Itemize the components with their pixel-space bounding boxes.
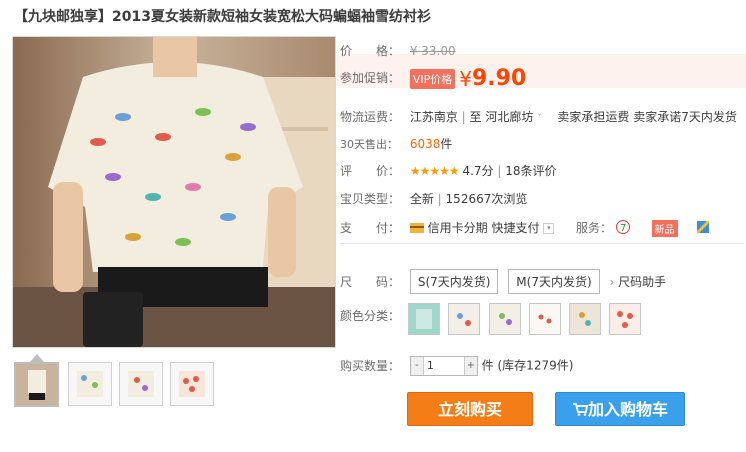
shipping-row: 物流运费： 江苏南京 | 至 河北廊坊 ˇ 卖家承担运费 卖家承诺7天内发货 bbox=[340, 108, 737, 125]
ship-to-dropdown[interactable]: 河北廊坊 bbox=[485, 110, 533, 124]
price-row: 价 格： ¥ 33.00 bbox=[340, 42, 456, 59]
shipping-fee-text: 卖家承担运费 bbox=[557, 110, 630, 124]
seven-day-return-icon[interactable]: 7 bbox=[615, 220, 630, 237]
sales-row: 30天售出： 6038件 bbox=[340, 135, 452, 152]
payment-label: 支 付： bbox=[340, 221, 401, 235]
chevron-down-icon[interactable]: ˇ bbox=[537, 114, 542, 124]
sales-unit: 件 bbox=[440, 137, 453, 151]
rating-divider: | bbox=[497, 164, 502, 178]
thumbnail-strip bbox=[14, 362, 334, 408]
ship-to-prefix: 至 bbox=[469, 110, 482, 124]
color-row: 颜色分类： bbox=[340, 307, 406, 324]
product-title: 【九块邮独享】2013夏女装新款短袖女装宽松大码蝙蝠袖雪纺衬衫 bbox=[14, 9, 431, 25]
currency-symbol: ¥ bbox=[459, 66, 472, 91]
promo-row: 参加促销： VIP价格 ¥9.90 bbox=[340, 66, 526, 91]
shipping-promise-text: 卖家承诺7天内发货 bbox=[633, 110, 737, 124]
ship-divider: | bbox=[461, 110, 466, 124]
size-option-m[interactable]: M(7天内发货) bbox=[508, 269, 600, 294]
payment-row: 支 付： 信用卡分期 快捷支付 ▾ 服务： 7 新品 bbox=[340, 219, 711, 237]
original-price: ¥ 33.00 bbox=[409, 44, 456, 58]
color-swatch-1[interactable] bbox=[408, 303, 440, 335]
credit-card-icon bbox=[409, 222, 424, 236]
rating-score: 4.7分 bbox=[462, 164, 494, 178]
quantity-minus-button[interactable]: - bbox=[410, 357, 424, 375]
cart-icon bbox=[572, 394, 589, 428]
stock-count: (库存1279件) bbox=[497, 358, 574, 373]
color-swatch-6[interactable] bbox=[609, 303, 641, 335]
quantity-stepper[interactable]: - 1 + bbox=[409, 356, 478, 376]
color-swatches bbox=[408, 303, 648, 337]
quick-pay[interactable]: 快捷支付 bbox=[492, 221, 540, 235]
ship-from: 江苏南京 bbox=[409, 110, 458, 124]
credit-installment[interactable]: 信用卡分期 bbox=[428, 221, 488, 235]
thumbnail-4[interactable] bbox=[170, 362, 214, 406]
dropdown-toggle-icon[interactable]: ▾ bbox=[543, 223, 555, 234]
thumbnail-1[interactable] bbox=[14, 362, 59, 407]
color-swatch-5[interactable] bbox=[569, 303, 601, 335]
new-product-badge: 新品 bbox=[651, 220, 678, 237]
item-type-row: 宝贝类型： 全新 | 152667次浏览 bbox=[340, 190, 527, 207]
chevron-right-icon: › bbox=[609, 275, 615, 289]
svg-text:7: 7 bbox=[620, 223, 626, 234]
price-label: 价 格： bbox=[340, 44, 401, 58]
reviews-link[interactable]: 18条评价 bbox=[505, 164, 556, 178]
add-to-cart-label: 加入购物车 bbox=[587, 400, 668, 419]
quantity-plus-button[interactable]: + bbox=[463, 357, 477, 375]
main-product-image[interactable] bbox=[12, 36, 336, 348]
color-swatch-4[interactable] bbox=[529, 303, 561, 335]
buy-now-button[interactable]: 立刻购买 bbox=[407, 392, 533, 426]
divider-line bbox=[340, 243, 744, 244]
rating-label: 评 价： bbox=[340, 164, 401, 178]
size-helper-link[interactable]: 尺码助手 bbox=[618, 275, 666, 289]
vip-price-badge: VIP价格 bbox=[409, 68, 456, 89]
quantity-unit: 件 bbox=[481, 358, 494, 373]
view-count: 152667次浏览 bbox=[445, 192, 528, 206]
shipping-label: 物流运费： bbox=[340, 110, 401, 124]
promo-label: 参加促销： bbox=[340, 71, 401, 85]
promo-price: 9.90 bbox=[471, 66, 527, 91]
rating-row: 评 价： ★★★★★ 4.7分 | 18条评价 bbox=[340, 162, 557, 179]
item-type-label: 宝贝类型： bbox=[340, 192, 401, 206]
thumbnail-3[interactable] bbox=[119, 362, 163, 406]
size-option-s[interactable]: S(7天内发货) bbox=[409, 269, 499, 294]
sales-count: 6038 bbox=[409, 137, 441, 151]
quantity-label: 购买数量： bbox=[340, 358, 401, 373]
sales-label: 30天售出： bbox=[340, 138, 398, 151]
service-label: 服务： bbox=[576, 221, 613, 235]
size-label: 尺 码： bbox=[340, 275, 401, 289]
buy-now-label: 立刻购买 bbox=[437, 400, 502, 419]
size-row: 尺 码： S(7天内发货) M(7天内发货) › 尺码助手 bbox=[340, 269, 666, 294]
color-swatch-2[interactable] bbox=[448, 303, 480, 335]
color-swatch-3[interactable] bbox=[489, 303, 521, 335]
rating-stars: ★★★★★ bbox=[409, 164, 460, 178]
quantity-row: 购买数量： - 1 + 件 (库存1279件) bbox=[340, 356, 573, 376]
quantity-input[interactable]: 1 bbox=[427, 359, 457, 372]
item-divider: | bbox=[437, 192, 442, 206]
color-label: 颜色分类： bbox=[340, 309, 401, 323]
item-condition: 全新 bbox=[409, 192, 434, 206]
add-to-cart-button[interactable]: 加入购物车 bbox=[555, 392, 685, 426]
guarantee-icon[interactable] bbox=[696, 219, 711, 236]
thumbnail-2[interactable] bbox=[68, 362, 112, 406]
thumbnail-selector-arrow bbox=[30, 354, 44, 362]
